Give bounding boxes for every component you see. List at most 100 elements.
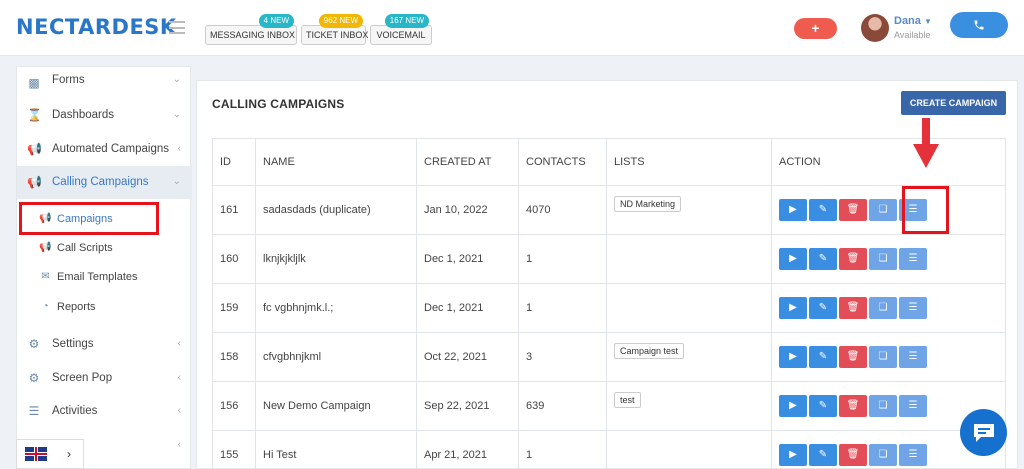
cell-created-at: Sep 22, 2021 bbox=[416, 381, 519, 431]
table-row: 156 New Demo Campaign Sep 22, 2021 639 test ▶… bbox=[212, 381, 1006, 431]
duplicate-button[interactable]: ❏ bbox=[869, 248, 897, 270]
cell-actions: ▶ ✎ 🗑 ❏ ☰ bbox=[771, 332, 1006, 382]
edit-button[interactable]: ✎ bbox=[809, 248, 837, 270]
cell-name: sadasdads (duplicate) bbox=[255, 185, 417, 235]
user-status: Available bbox=[894, 30, 931, 40]
cell-actions: ▶ ✎ 🗑 ❏ ☰ bbox=[771, 283, 1006, 333]
play-button[interactable]: ▶ bbox=[779, 297, 807, 319]
cell-contacts: 1 bbox=[518, 430, 607, 469]
megaphone-icon: 📢 bbox=[27, 142, 42, 156]
delete-button[interactable]: 🗑 bbox=[839, 444, 867, 466]
top-bar: NECTARDESK MESSAGING INBOX 4 NEW TICKET … bbox=[0, 0, 1024, 56]
cell-contacts: 4070 bbox=[518, 185, 607, 235]
play-button[interactable]: ▶ bbox=[779, 199, 807, 221]
messaging-inbox-button[interactable]: MESSAGING INBOX 4 NEW bbox=[205, 14, 297, 45]
table-row: 161 sadasdads (duplicate) Jan 10, 2022 4070… bbox=[212, 185, 1006, 235]
delete-button[interactable]: 🗑 bbox=[839, 199, 867, 221]
sidebar-item-label: Screen Pop bbox=[52, 372, 113, 384]
logo[interactable]: NECTARDESK bbox=[16, 15, 177, 39]
menu-toggle-icon[interactable] bbox=[169, 21, 185, 34]
megaphone-icon: 📢 bbox=[27, 175, 42, 189]
chevron-down-icon: ⌄ bbox=[172, 74, 181, 85]
chevron-left-icon: ‹ bbox=[177, 439, 181, 450]
chevron-left-icon: ‹ bbox=[177, 143, 181, 154]
duplicate-button[interactable]: ❏ bbox=[869, 444, 897, 466]
chevron-left-icon: ‹ bbox=[177, 405, 181, 416]
delete-button[interactable]: 🗑 bbox=[839, 395, 867, 417]
cell-name: lknjkjkljlk bbox=[255, 234, 417, 284]
cell-lists bbox=[606, 234, 772, 284]
play-button[interactable]: ▶ bbox=[779, 248, 807, 270]
cell-lists bbox=[606, 430, 772, 469]
sidebar-item-label: Dashboards bbox=[52, 109, 115, 121]
contacts-list-button[interactable]: ☰ bbox=[899, 395, 927, 417]
cell-contacts: 3 bbox=[518, 332, 607, 382]
column-header: CONTACTS bbox=[518, 138, 607, 186]
play-button[interactable]: ▶ bbox=[779, 395, 807, 417]
sidebar-subitem-call-scripts[interactable]: 📢 Call Scripts bbox=[17, 234, 192, 262]
phone-button[interactable] bbox=[950, 12, 1008, 38]
voicemail-button[interactable]: VOICEMAIL 167 NEW bbox=[370, 14, 432, 45]
edit-button[interactable]: ✎ bbox=[809, 346, 837, 368]
edit-button[interactable]: ✎ bbox=[809, 297, 837, 319]
sidebar-item-activities[interactable]: ☰ Activities ‹ bbox=[17, 395, 192, 428]
chat-button[interactable] bbox=[960, 409, 1007, 456]
delete-button[interactable]: 🗑 bbox=[839, 248, 867, 270]
cell-id: 158 bbox=[212, 332, 256, 382]
sidebar-item-calling-campaigns[interactable]: 📢 Calling Campaigns ⌄ bbox=[17, 166, 192, 199]
avatar[interactable] bbox=[861, 14, 889, 42]
folder-icon: ▩ bbox=[28, 76, 40, 90]
sidebar-subitem-label: Call Scripts bbox=[57, 242, 113, 254]
duplicate-button[interactable]: ❏ bbox=[869, 346, 897, 368]
table-row: 159 fc vgbhnjmk.l.; Dec 1, 2021 1 ▶ ✎ 🗑 ❏ ☰ bbox=[212, 283, 1006, 333]
sidebar-item-automated-campaigns[interactable]: 📢 Automated Campaigns ‹ bbox=[17, 133, 192, 166]
envelope-icon: ✉ bbox=[41, 271, 50, 282]
cell-name: fc vgbhnjmk.l.; bbox=[255, 283, 417, 333]
duplicate-button[interactable]: ❏ bbox=[869, 199, 897, 221]
sidebar-item-label: Settings bbox=[52, 338, 94, 350]
sidebar-subitem-reports[interactable]: ◔ Reports bbox=[17, 293, 192, 321]
add-button[interactable]: + bbox=[794, 18, 837, 39]
pie-chart-icon: ◔ bbox=[42, 301, 49, 312]
contacts-list-button[interactable]: ☰ bbox=[899, 346, 927, 368]
duplicate-button[interactable]: ❏ bbox=[869, 395, 897, 417]
edit-button[interactable]: ✎ bbox=[809, 444, 837, 466]
contacts-list-button[interactable]: ☰ bbox=[899, 444, 927, 466]
sidebar: ▩ Forms ⌄ ⌛ Dashboards ⌄ 📢 Automated Cam… bbox=[16, 66, 192, 469]
column-header: ID bbox=[212, 138, 256, 186]
cell-name: Hi Test bbox=[255, 430, 417, 469]
contacts-list-button[interactable]: ☰ bbox=[899, 248, 927, 270]
list-tag: test bbox=[614, 392, 641, 408]
sidebar-item-screen-pop[interactable]: ⚙ Screen Pop ‹ bbox=[17, 362, 192, 395]
sidebar-item-forms[interactable]: ▩ Forms ⌄ bbox=[17, 67, 192, 100]
play-button[interactable]: ▶ bbox=[779, 444, 807, 466]
inbox-label: MESSAGING INBOX bbox=[210, 30, 296, 40]
create-campaign-button[interactable]: CREATE CAMPAIGN bbox=[901, 91, 1006, 115]
duplicate-button[interactable]: ❏ bbox=[869, 297, 897, 319]
delete-button[interactable]: 🗑 bbox=[839, 346, 867, 368]
cell-lists: Campaign test bbox=[606, 332, 772, 382]
cell-contacts: 1 bbox=[518, 234, 607, 284]
column-header: ACTION bbox=[771, 138, 1006, 186]
inbox-label: VOICEMAIL bbox=[376, 30, 426, 40]
user-menu[interactable]: Dana ▼ bbox=[894, 15, 932, 27]
sidebar-item-dashboards[interactable]: ⌛ Dashboards ⌄ bbox=[17, 99, 192, 132]
list-icon: ☰ bbox=[28, 404, 40, 418]
edit-button[interactable]: ✎ bbox=[809, 199, 837, 221]
chevron-down-icon: ⌄ bbox=[172, 109, 181, 120]
edit-button[interactable]: ✎ bbox=[809, 395, 837, 417]
sidebar-item-label: Automated Campaigns bbox=[52, 143, 169, 155]
column-header: CREATED AT bbox=[416, 138, 519, 186]
sidebar-subitem-email-templates[interactable]: ✉ Email Templates bbox=[17, 263, 192, 291]
chevron-down-icon: ▼ bbox=[923, 17, 932, 26]
cell-actions: ▶ ✎ 🗑 ❏ ☰ bbox=[771, 185, 1006, 235]
contacts-list-button[interactable]: ☰ bbox=[899, 297, 927, 319]
table-row: 158 cfvgbhnjkml Oct 22, 2021 3 Campaign test… bbox=[212, 332, 1006, 382]
language-selector[interactable]: › bbox=[16, 439, 84, 469]
ticket-inbox-button[interactable]: TICKET INBOX 962 NEW bbox=[301, 14, 368, 45]
inbox-badge: 4 NEW bbox=[258, 14, 294, 28]
arrow-down-icon bbox=[913, 118, 939, 168]
sidebar-item-settings[interactable]: ⚙ Settings ‹ bbox=[17, 328, 192, 361]
delete-button[interactable]: 🗑 bbox=[839, 297, 867, 319]
play-button[interactable]: ▶ bbox=[779, 346, 807, 368]
